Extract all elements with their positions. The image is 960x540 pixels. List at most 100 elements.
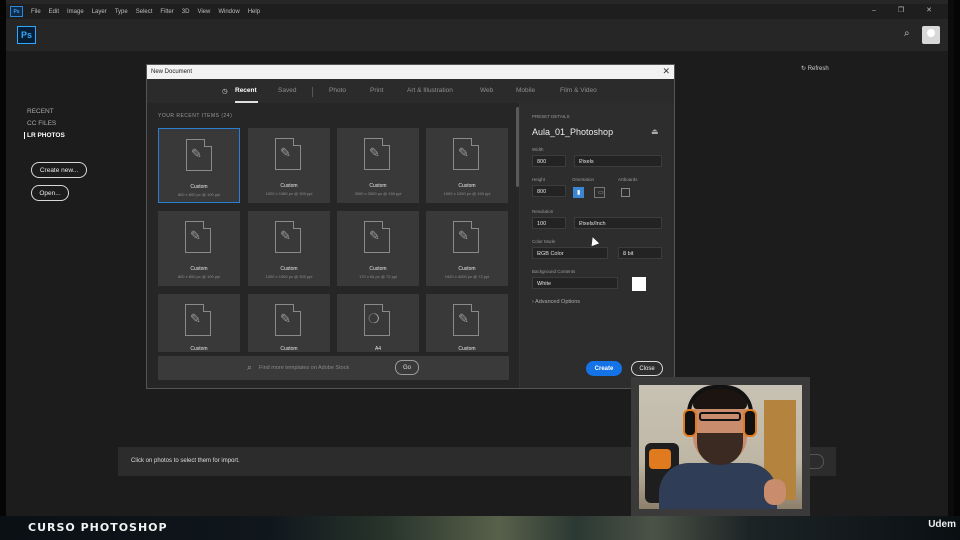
user-avatar[interactable]: [922, 26, 940, 44]
brush-icon: ✎: [458, 145, 469, 160]
create-new-button[interactable]: Create new...: [31, 162, 87, 178]
color-mode-select[interactable]: RGB Color ⌄: [532, 247, 608, 259]
tab-photo[interactable]: Photo: [329, 87, 346, 94]
tab-recent[interactable]: Recent: [235, 87, 257, 94]
menu-select[interactable]: Select: [136, 9, 153, 15]
width-input[interactable]: 800: [532, 155, 566, 167]
card-name: Custom: [369, 266, 387, 272]
bit-depth-select[interactable]: 8 bit ⌄: [618, 247, 662, 259]
card-size: 800 x 800 px @ 100 ppi: [177, 192, 221, 197]
tab-film-video[interactable]: Film & Video: [560, 87, 597, 94]
recent-item-card[interactable]: ❍ A4: [337, 294, 419, 352]
tab-print[interactable]: Print: [370, 87, 383, 94]
dialog-close-icon[interactable]: ✕: [662, 66, 670, 77]
menu-3d[interactable]: 3D: [182, 9, 190, 15]
recent-item-card[interactable]: ✎ Custom 170 x 64 px @ 72 ppi: [337, 211, 419, 286]
preset-heading: PRESET DETAILS: [532, 114, 570, 119]
recent-item-card[interactable]: ✎ Custom 1920 x 4000 px @ 72 ppi: [426, 211, 508, 286]
recent-item-card[interactable]: ✎ Custom 1920 x 1080 px @ 300 ppi: [248, 128, 330, 203]
card-name: Custom: [280, 183, 298, 189]
menu-window[interactable]: Window: [218, 9, 239, 15]
recent-item-card[interactable]: ✎ Custom 800 x 800 px @ 100 ppi: [158, 211, 240, 286]
artboards-checkbox[interactable]: [621, 188, 630, 197]
nav-cc-files[interactable]: CC FILES: [27, 120, 65, 127]
recent-item-card[interactable]: ✎ Custom 800 x 800 px @ 100 ppi: [158, 128, 240, 203]
save-preset-icon[interactable]: ⏏: [651, 127, 659, 136]
search-icon[interactable]: ⌕: [904, 28, 914, 39]
refresh-icon: ↻: [801, 66, 808, 72]
background-color-swatch[interactable]: [632, 277, 646, 291]
presenter-hand: [764, 479, 786, 505]
dialog-title: New Document: [151, 69, 193, 75]
stock-search-input[interactable]: Find more templates on Adobe Stock: [259, 365, 349, 371]
recent-item-card[interactable]: ✎ Custom: [158, 294, 240, 352]
resolution-input[interactable]: 100: [532, 217, 566, 229]
window-controls[interactable]: – ❐ ✕: [872, 6, 942, 14]
go-button[interactable]: Go: [395, 360, 419, 375]
resolution-label: Resolution: [532, 209, 554, 214]
recent-item-card[interactable]: ✎ Custom: [426, 294, 508, 352]
card-name: Custom: [280, 266, 298, 272]
refresh-button[interactable]: ↻ Refresh: [801, 65, 829, 72]
height-input[interactable]: 800: [532, 185, 566, 197]
presenter-glasses: [699, 412, 741, 421]
orientation-label: Orientation: [572, 177, 595, 182]
landscape-icon: ▭: [598, 190, 604, 196]
tab-separator: [312, 87, 313, 97]
recent-scrollbar[interactable]: [516, 107, 519, 187]
brush-icon: ✎: [280, 311, 291, 326]
recent-item-card[interactable]: ✎ Custom 3000 x 3000 px @ 150 ppi: [337, 128, 419, 203]
portrait-icon: ▮: [577, 190, 581, 196]
menu-edit[interactable]: Edit: [49, 9, 59, 15]
resolution-unit-select[interactable]: Pixels/Inch ⌄: [574, 217, 662, 229]
stock-search-bar: ⌕ Find more templates on Adobe Stock Go: [158, 356, 509, 380]
close-button[interactable]: Close: [631, 361, 663, 376]
brush-icon: ✎: [190, 311, 201, 326]
width-unit-select[interactable]: Pixels ⌄: [574, 155, 662, 167]
home-nav: RECENT CC FILES LR PHOTOS: [24, 108, 65, 144]
width-label: Width: [532, 147, 544, 152]
brush-icon: ✎: [369, 145, 380, 160]
tab-art-illustration[interactable]: Art & Illustration: [407, 87, 453, 94]
card-size: 1000 x 1000 px @ 150 ppi: [443, 191, 491, 196]
tab-saved[interactable]: Saved: [278, 87, 296, 94]
card-size: 1920 x 1080 px @ 300 ppi: [265, 191, 313, 196]
open-button[interactable]: Open...: [31, 185, 69, 201]
menu-image[interactable]: Image: [67, 9, 84, 15]
ps-logo[interactable]: Ps: [17, 26, 36, 44]
color-mode-label: Color Mode: [532, 239, 556, 244]
advanced-options-toggle[interactable]: › Advanced Options: [532, 299, 580, 305]
headset-left-ear: [683, 409, 697, 437]
menu-view[interactable]: View: [197, 9, 210, 15]
preset-name-field[interactable]: Aula_01_Photoshop: [532, 127, 613, 137]
artboards-label: Artboards: [618, 177, 638, 182]
menu-help[interactable]: Help: [248, 9, 260, 15]
resolution-value: 100: [537, 221, 547, 227]
preset-tabs: ◷ Recent Saved Photo Print Art & Illustr…: [147, 79, 674, 103]
tab-web[interactable]: Web: [480, 87, 493, 94]
recent-items-pane: YOUR RECENT ITEMS (24) ✎ Custom 800 x 800 …: [147, 103, 519, 388]
recent-item-card[interactable]: ✎ Custom 1000 x 1000 px @ 150 ppi: [426, 128, 508, 203]
orientation-landscape-button[interactable]: ▭: [594, 187, 605, 198]
menu-layer[interactable]: Layer: [92, 9, 107, 15]
headset-band: [687, 385, 753, 413]
card-size: 1000 x 1000 px @ 300 ppi: [265, 274, 313, 279]
recent-item-card[interactable]: ✎ Custom: [248, 294, 330, 352]
brush-icon: ✎: [280, 145, 291, 160]
card-name: Custom: [458, 266, 476, 272]
create-button[interactable]: Create: [586, 361, 622, 376]
menu-file[interactable]: File: [31, 9, 41, 15]
course-banner: CURSO PHOTOSHOP Udem: [0, 516, 960, 540]
menu-type[interactable]: Type: [115, 9, 128, 15]
menu-filter[interactable]: Filter: [160, 9, 173, 15]
orientation-portrait-button[interactable]: ▮: [573, 187, 584, 198]
webcam-video: [639, 385, 802, 509]
advanced-options-label: Advanced Options: [535, 299, 581, 305]
tab-mobile[interactable]: Mobile: [516, 87, 535, 94]
nav-recent[interactable]: RECENT: [27, 108, 65, 115]
nav-lr-photos[interactable]: LR PHOTOS: [24, 132, 65, 139]
presenter-beard: [697, 433, 743, 465]
recent-item-card[interactable]: ✎ Custom 1000 x 1000 px @ 300 ppi: [248, 211, 330, 286]
background-select[interactable]: White ⌄: [532, 277, 618, 289]
card-name: A4: [374, 346, 382, 352]
